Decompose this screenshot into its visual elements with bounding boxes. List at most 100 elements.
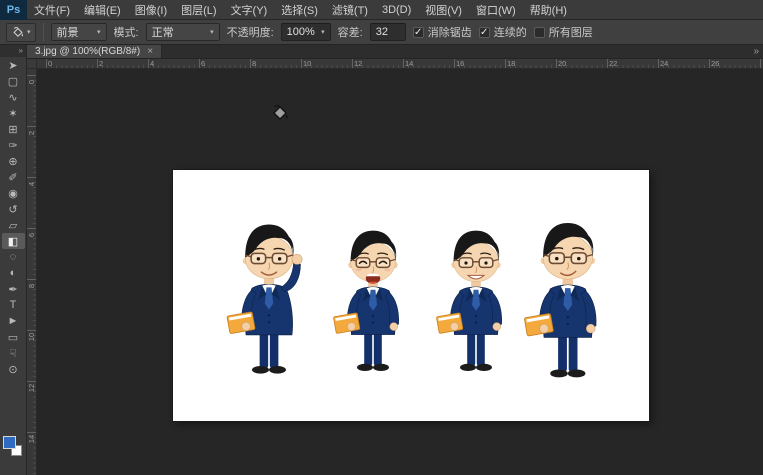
photoshop-logo: Ps xyxy=(0,0,27,20)
document-tab-bar: 3.jpg @ 100%(RGB/8#) × » xyxy=(27,45,763,59)
eyedropper-tool-icon: ✑ xyxy=(8,139,17,152)
mode-dropdown[interactable]: 正常 ▾ xyxy=(146,23,220,41)
mode-value: 正常 xyxy=(152,24,174,40)
shape-tool[interactable]: ▭ xyxy=(2,329,25,345)
chevron-down-icon: ▾ xyxy=(27,28,31,36)
tool-preset-picker[interactable]: ▾ xyxy=(6,23,36,42)
menu-image[interactable]: 图像(I) xyxy=(128,0,174,20)
tolerance-label: 容差: xyxy=(338,24,363,40)
ruler-label: 0 xyxy=(48,59,52,68)
menu-file[interactable]: 文件(F) xyxy=(27,0,77,20)
lasso-tool[interactable]: ∿ xyxy=(2,89,25,105)
menu-layer[interactable]: 图层(L) xyxy=(174,0,223,20)
blur-tool[interactable]: ◌ xyxy=(2,249,25,265)
ruler-label: 0 xyxy=(27,73,37,91)
all-layers-checkbox[interactable]: 所有图层 xyxy=(534,24,593,40)
paint-bucket-tool[interactable]: ◧ xyxy=(2,233,25,249)
clone-stamp-tool-icon: ◉ xyxy=(8,187,18,200)
contiguous-checkbox[interactable]: ✓ 连续的 xyxy=(479,24,527,40)
open-document-image[interactable] xyxy=(173,170,649,421)
chevron-down-icon: ▾ xyxy=(321,28,325,36)
vertical-ruler[interactable]: 0 2 4 6 8 10 12 14 xyxy=(27,69,37,475)
brush-tool-icon: ✐ xyxy=(8,171,17,184)
tab-overflow-icon[interactable]: » xyxy=(753,45,759,59)
all-layers-label: 所有图层 xyxy=(549,24,593,40)
ruler-label: 6 xyxy=(201,59,205,68)
fill-source-value: 前景 xyxy=(57,24,79,40)
menu-type[interactable]: 文字(Y) xyxy=(224,0,275,20)
eraser-tool[interactable]: ▱ xyxy=(2,217,25,233)
marquee-tool[interactable]: ▢ xyxy=(2,73,25,89)
ruler-label: 26 xyxy=(711,59,719,68)
tolerance-input[interactable]: 32 xyxy=(370,23,406,41)
pen-tool-icon: ✒ xyxy=(8,283,17,296)
ruler-label: 24 xyxy=(660,59,668,68)
close-icon[interactable]: × xyxy=(147,46,153,57)
mode-label: 模式: xyxy=(114,24,139,40)
menu-select[interactable]: 选择(S) xyxy=(274,0,325,20)
path-selection-tool-icon: ► xyxy=(8,315,19,327)
antialias-checkbox[interactable]: ✓ 消除锯齿 xyxy=(413,24,472,40)
tool-options-bar: ▾ 前景 ▾ 模式: 正常 ▾ 不透明度: 100% ▾ 容差: 32 ✓ 消除… xyxy=(0,20,763,45)
menu-edit[interactable]: 编辑(E) xyxy=(77,0,128,20)
menu-bar: Ps 文件(F) 编辑(E) 图像(I) 图层(L) 文字(Y) 选择(S) 滤… xyxy=(0,0,763,20)
businessmen-illustration xyxy=(173,170,649,421)
photoshop-window: Ps 文件(F) 编辑(E) 图像(I) 图层(L) 文字(Y) 选择(S) 滤… xyxy=(0,0,763,475)
crop-tool[interactable]: ⊞ xyxy=(2,121,25,137)
paint-bucket-preset-icon xyxy=(11,26,25,38)
magic-wand-tool[interactable]: ✶ xyxy=(2,105,25,121)
color-swatches xyxy=(2,435,25,459)
ruler-label: 8 xyxy=(27,277,37,295)
marquee-tool-icon: ▢ xyxy=(8,75,18,88)
eyedropper-tool[interactable]: ✑ xyxy=(2,137,25,153)
menu-filter[interactable]: 滤镜(T) xyxy=(325,0,375,20)
hand-tool[interactable]: ☟ xyxy=(2,345,25,361)
menu-view[interactable]: 视图(V) xyxy=(418,0,469,20)
chevron-down-icon: ▾ xyxy=(97,28,101,36)
zoom-tool[interactable]: ⊙ xyxy=(2,361,25,377)
lasso-tool-icon: ∿ xyxy=(8,91,17,104)
horizontal-ruler[interactable]: 0 2 4 6 8 10 12 14 16 18 20 22 24 26 xyxy=(37,59,763,69)
brush-tool[interactable]: ✐ xyxy=(2,169,25,185)
magic-wand-tool-icon: ✶ xyxy=(8,107,17,120)
move-tool[interactable]: ➤ xyxy=(2,57,25,73)
foreground-color-swatch[interactable] xyxy=(3,436,16,449)
all-layers-checkbox-box[interactable] xyxy=(534,27,545,38)
dodge-tool[interactable]: ◐ xyxy=(2,265,25,281)
ruler-label: 8 xyxy=(252,59,256,68)
hand-tool-icon: ☟ xyxy=(10,347,17,360)
tolerance-value: 32 xyxy=(376,26,388,38)
ruler-label: 22 xyxy=(609,59,617,68)
zoom-tool-icon: ⊙ xyxy=(8,363,17,376)
clone-stamp-tool[interactable]: ◉ xyxy=(2,185,25,201)
menu-window[interactable]: 窗口(W) xyxy=(469,0,523,20)
cartoon-businessman-2 xyxy=(333,231,398,371)
cartoon-businessman-3 xyxy=(436,231,501,371)
type-tool[interactable]: T xyxy=(2,297,25,313)
ruler-label: 20 xyxy=(558,59,566,68)
toolbar-collapse-icon[interactable]: » xyxy=(0,45,26,57)
opacity-input[interactable]: 100% ▾ xyxy=(281,23,331,41)
contiguous-label: 连续的 xyxy=(494,24,527,40)
contiguous-checkbox-box[interactable]: ✓ xyxy=(479,27,490,38)
document-tab[interactable]: 3.jpg @ 100%(RGB/8#) × xyxy=(27,45,162,58)
menu-help[interactable]: 帮助(H) xyxy=(523,0,574,20)
eraser-tool-icon: ▱ xyxy=(9,219,17,232)
antialias-label: 消除锯齿 xyxy=(428,24,472,40)
antialias-checkbox-box[interactable]: ✓ xyxy=(413,27,424,38)
shape-tool-icon: ▭ xyxy=(8,331,18,344)
history-brush-tool-icon: ↺ xyxy=(8,203,17,216)
ruler-label: 4 xyxy=(27,175,37,193)
healing-brush-tool[interactable]: ⊕ xyxy=(2,153,25,169)
canvas-area[interactable] xyxy=(37,69,763,475)
type-tool-icon: T xyxy=(10,299,17,311)
pen-tool[interactable]: ✒ xyxy=(2,281,25,297)
ruler-label: 10 xyxy=(27,328,37,346)
history-brush-tool[interactable]: ↺ xyxy=(2,201,25,217)
tools-panel: » ➤ ▢ ∿ ✶ ⊞ ✑ ⊕ ✐ ◉ ↺ ▱ ◧ ◌ ◐ ✒ T ► ▭ ☟ … xyxy=(0,45,27,475)
menu-3d[interactable]: 3D(D) xyxy=(375,0,418,20)
path-selection-tool[interactable]: ► xyxy=(2,313,25,329)
fill-source-dropdown[interactable]: 前景 ▾ xyxy=(51,23,107,41)
crop-tool-icon: ⊞ xyxy=(8,123,17,136)
opacity-label: 不透明度: xyxy=(227,24,274,40)
